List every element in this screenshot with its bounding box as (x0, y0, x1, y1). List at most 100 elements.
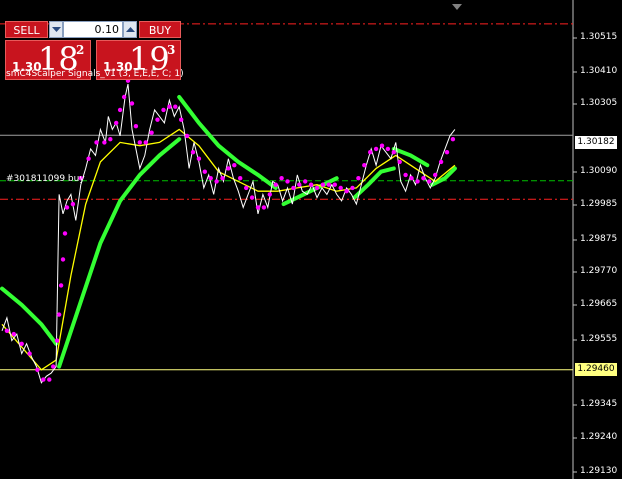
fast-signal-dot (291, 185, 296, 191)
fast-signal-dot (362, 163, 367, 168)
buy-button[interactable]: BUY (139, 21, 181, 38)
indicator-label: smC4Scalper Signals_v1 (3, E,E,E, C; 1) (6, 69, 184, 79)
price-tick-label: 1.29875 (580, 234, 618, 244)
volume-down-button[interactable] (49, 21, 63, 38)
fast-signal-dot (326, 182, 331, 187)
fast-signal-dot (47, 377, 52, 382)
fast-signal-dot (450, 137, 456, 142)
price-tick-label: 1.30410 (580, 66, 618, 76)
fast-signal-dot (244, 185, 249, 191)
price-tick-label: 1.30515 (580, 32, 618, 42)
fast-signal-dot (232, 163, 237, 168)
fast-signal-dot (368, 150, 373, 155)
fast-signal-dot (249, 195, 255, 200)
price-tick-label: 1.30090 (580, 166, 618, 176)
fast-signal-dot (427, 179, 432, 184)
fast-signal-dot (308, 182, 314, 187)
fast-signal-dot (27, 351, 32, 356)
fast-signal-dot (54, 338, 60, 343)
chevron-up-icon (126, 27, 135, 32)
fast-signal-dot (129, 101, 135, 106)
fast-signal-dot (303, 179, 308, 184)
fast-signal-dot (102, 140, 107, 145)
fast-signal-dot (444, 150, 450, 155)
volume-input[interactable] (63, 21, 123, 38)
fast-signal-dot (403, 172, 408, 178)
fast-signal-dot (58, 283, 64, 288)
fast-signal-dot (117, 107, 123, 113)
price-tick-label: 1.29240 (580, 432, 618, 442)
fast-signal-dot (19, 341, 24, 346)
fast-signal-dot (202, 169, 207, 174)
open-price-tag: 1.29460 (575, 363, 617, 376)
fast-signal-dot (421, 176, 426, 181)
chevron-down-icon (52, 27, 61, 32)
price-axis[interactable]: 1.30515 1.30410 1.30305 1.30090 1.29985 … (573, 0, 622, 479)
fast-signal-dot (208, 176, 213, 181)
fast-signal-dot (190, 150, 196, 155)
volume-up-button[interactable] (123, 21, 137, 38)
fast-signal-dot (226, 166, 231, 171)
shift-marker-icon (452, 4, 462, 10)
price-tick-label: 1.29555 (580, 334, 618, 344)
fast-signal-dot (433, 172, 438, 178)
price-tick-label: 1.29985 (580, 199, 618, 209)
price-tick-label: 1.29345 (580, 399, 618, 409)
fast-signal-dot (35, 367, 40, 372)
fast-signal-dot (161, 107, 166, 113)
fast-signal-dot (137, 140, 142, 145)
fast-signal-dot (255, 205, 261, 210)
fast-signal-dot (409, 176, 414, 181)
fast-signal-dot (238, 176, 243, 181)
fast-signal-dot (379, 143, 385, 148)
price-tick-label: 1.29770 (580, 266, 618, 276)
fast-signal-dot (173, 104, 178, 109)
fast-signal-dot (86, 156, 91, 161)
trend-signal-segment (0, 286, 59, 346)
fast-signal-dot (273, 182, 278, 187)
fast-signal-dot (133, 124, 139, 129)
sell-button[interactable]: SELL (5, 21, 48, 38)
fast-signal-dot (179, 117, 184, 122)
fast-signal-dot (167, 104, 172, 109)
fast-signal-dot (121, 94, 127, 100)
fast-signal-dot (4, 328, 10, 333)
fast-signal-dot (41, 377, 46, 382)
order-label: #301811099 buy (6, 174, 85, 184)
fast-signal-dot (397, 159, 402, 165)
price-tick-label: 1.29665 (580, 299, 618, 309)
fast-signal-dot (94, 140, 99, 145)
fast-signal-dot (60, 257, 66, 262)
fast-signal-dot (385, 146, 391, 152)
fast-signal-dot (220, 176, 225, 181)
fast-signal-dot (261, 205, 267, 210)
fast-signal-dot (184, 133, 190, 139)
fast-signal-dot (51, 364, 56, 369)
fast-signal-dot (320, 182, 326, 187)
fast-signal-dot (415, 179, 420, 184)
fast-signal-dot (344, 189, 349, 194)
fast-signal-dot (391, 150, 396, 155)
fast-signal-dot (196, 156, 202, 161)
fast-signal-dot (356, 176, 361, 181)
fast-signal-dot (70, 201, 76, 207)
price-chart[interactable]: SELL BUY 1.30 18 2 1.30 19 3 smC4Scalper… (0, 0, 622, 479)
fast-signal-dot (279, 176, 284, 181)
fast-signal-dot (155, 117, 160, 122)
fast-signal-dot (285, 179, 290, 184)
fast-signal-dot (438, 159, 444, 165)
fast-signal-dot (108, 137, 113, 142)
fast-signal-dot (11, 331, 16, 337)
fast-signal-dot (267, 192, 272, 197)
buy-price-point: 3 (167, 43, 176, 57)
fast-signal-dot (214, 179, 219, 184)
bid-price-tag: 1.30182 (575, 136, 617, 149)
price-tick-label: 1.29130 (580, 466, 618, 476)
fast-signal-dot (64, 205, 70, 210)
fast-signal-dot (149, 130, 154, 135)
sell-price-point: 2 (76, 43, 85, 57)
fast-signal-dot (350, 185, 355, 191)
fast-signal-dot (332, 182, 337, 187)
fast-signal-dot (338, 185, 343, 191)
fast-signal-dot (314, 185, 320, 191)
